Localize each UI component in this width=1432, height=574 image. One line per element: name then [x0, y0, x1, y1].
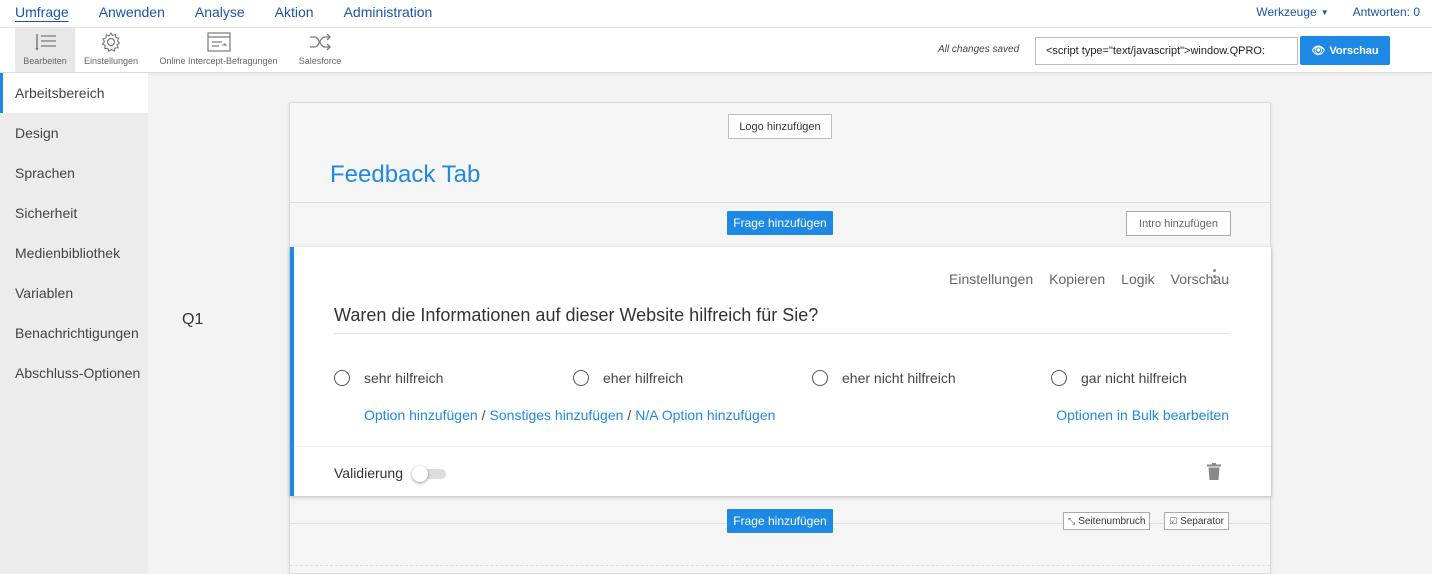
add-intro-button[interactable]: Intro hinzufügen — [1126, 211, 1231, 236]
more-options-icon[interactable] — [1212, 269, 1216, 287]
top-navigation: Umfrage Anwenden Analyse Aktion Administ… — [0, 0, 1432, 28]
sidebar-item-variablen[interactable]: Variablen — [0, 273, 148, 313]
top-right-links: Werkzeuge ▼ Antworten: 0 — [1256, 0, 1420, 24]
sidebar-item-arbeitsbereich[interactable]: Arbeitsbereich — [0, 73, 148, 113]
link-separator: / — [481, 407, 486, 423]
sidebar-item-sprachen[interactable]: Sprachen — [0, 153, 148, 193]
sidebar: Arbeitsbereich Design Sprachen Sicherhei… — [0, 73, 148, 574]
question-copy-link[interactable]: Kopieren — [1049, 271, 1105, 287]
tool-einstellungen-label: Einstellungen — [83, 56, 139, 66]
tool-bearbeiten-label: Bearbeiten — [23, 56, 67, 66]
tool-online-intercept-label: Online Intercept-Befragungen — [159, 56, 278, 66]
validation-toggle[interactable] — [412, 466, 446, 482]
question-settings-link[interactable]: Einstellungen — [949, 271, 1033, 287]
tool-online-intercept[interactable]: Online Intercept-Befragungen — [150, 28, 287, 72]
tools-dropdown[interactable]: Werkzeuge ▼ — [1256, 5, 1328, 19]
question-footer: Validierung — [294, 446, 1271, 496]
option-1[interactable]: sehr hilfreich — [334, 370, 443, 386]
option-label[interactable]: eher nicht hilfreich — [842, 370, 956, 386]
caret-down-icon: ▼ — [1320, 7, 1329, 17]
tools-dropdown-label: Werkzeuge — [1256, 5, 1317, 19]
nav-anwenden[interactable]: Anwenden — [99, 0, 165, 28]
question-text[interactable]: Waren die Informationen auf dieser Websi… — [334, 305, 818, 326]
trash-icon[interactable] — [1207, 463, 1221, 480]
question-toolbar: Einstellungen Kopieren Logik Vorschau — [933, 271, 1229, 287]
separator-button[interactable]: ☑ Separator — [1164, 512, 1229, 530]
sidebar-item-sicherheit[interactable]: Sicherheit — [0, 193, 148, 233]
edit-list-icon — [35, 34, 56, 51]
option-links: Option hinzufügen / Sonstiges hinzufügen / N… — [364, 407, 775, 423]
preview-button-label: Vorschau — [1329, 44, 1379, 57]
sidebar-item-abschluss-optionen[interactable]: Abschluss-Optionen — [0, 353, 148, 393]
question-logic-link[interactable]: Logik — [1121, 271, 1154, 287]
editor-toolbar: Bearbeiten Einstellungen Online Intercep… — [0, 28, 1432, 73]
radio-button[interactable] — [334, 370, 350, 386]
sidebar-item-design[interactable]: Design — [0, 113, 148, 153]
page-break-button[interactable]: ⤡ Seitenumbruch — [1063, 512, 1151, 530]
question-card[interactable]: Einstellungen Kopieren Logik Vorschau Wa… — [290, 247, 1271, 496]
bulk-edit-link[interactable]: Optionen in Bulk bearbeiten — [1056, 407, 1229, 423]
add-question-button-top[interactable]: Frage hinzufügen — [727, 211, 833, 235]
add-option-link[interactable]: Option hinzufügen — [364, 407, 478, 423]
radio-button[interactable] — [1051, 370, 1067, 386]
nav-umfrage[interactable]: Umfrage — [15, 0, 69, 28]
option-4[interactable]: gar nicht hilfreich — [1051, 370, 1187, 386]
question-divider — [334, 333, 1230, 334]
add-logo-button[interactable]: Logo hinzufügen — [728, 114, 832, 139]
nav-aktion[interactable]: Aktion — [275, 0, 314, 28]
option-3[interactable]: eher nicht hilfreich — [812, 370, 956, 386]
radio-button[interactable] — [812, 370, 828, 386]
shuffle-icon — [310, 33, 331, 51]
survey-canvas: Logo hinzufügen Feedback Tab Frage hinzu… — [289, 102, 1271, 574]
eye-icon: 👁 — [1311, 45, 1326, 57]
tool-bearbeiten[interactable]: Bearbeiten — [15, 28, 75, 72]
add-question-button-bottom[interactable]: Frage hinzufügen — [727, 509, 833, 533]
radio-button[interactable] — [573, 370, 589, 386]
option-label[interactable]: eher hilfreich — [603, 370, 683, 386]
drop-zone-line — [290, 565, 1270, 566]
option-label[interactable]: sehr hilfreich — [364, 370, 443, 386]
checkbox-icon: ☑ — [1169, 515, 1178, 526]
nav-administration[interactable]: Administration — [344, 0, 433, 28]
sidebar-item-medienbibliothek[interactable]: Medienbibliothek — [0, 233, 148, 273]
embed-code-field[interactable]: <script type="text/javascript">window.QP… — [1035, 37, 1298, 65]
toggle-knob — [412, 466, 428, 482]
tool-einstellungen[interactable]: Einstellungen — [78, 28, 144, 72]
window-icon — [206, 32, 231, 52]
page-break-icon: ⤡ — [1068, 515, 1076, 526]
nav-analyse[interactable]: Analyse — [195, 0, 245, 28]
survey-title[interactable]: Feedback Tab — [330, 161, 480, 189]
main-menu: Umfrage Anwenden Analyse Aktion Administ… — [15, 0, 462, 28]
validation-label: Validierung — [334, 465, 404, 481]
separator-label: Separator — [1180, 515, 1224, 527]
save-status: All changes saved — [938, 44, 1020, 55]
tool-salesforce-label: Salesforce — [298, 56, 342, 66]
question-preview-link[interactable]: Vorschau — [1171, 271, 1229, 287]
preview-button[interactable]: 👁 Vorschau — [1300, 36, 1390, 65]
option-2[interactable]: eher hilfreich — [573, 370, 683, 386]
survey-header: Logo hinzufügen Feedback Tab — [290, 103, 1270, 203]
question-number: Q1 — [182, 311, 204, 328]
gear-icon — [101, 31, 121, 53]
add-other-link[interactable]: Sonstiges hinzufügen — [490, 407, 624, 423]
page-break-label: Seitenumbruch — [1078, 515, 1146, 527]
sidebar-item-benachrichtigungen[interactable]: Benachrichtigungen — [0, 313, 148, 353]
responses-count[interactable]: Antworten: 0 — [1353, 5, 1420, 19]
add-na-option-link[interactable]: N/A Option hinzufügen — [635, 407, 775, 423]
link-separator: / — [627, 407, 632, 423]
option-label[interactable]: gar nicht hilfreich — [1081, 370, 1187, 386]
tool-salesforce[interactable]: Salesforce — [292, 28, 348, 72]
